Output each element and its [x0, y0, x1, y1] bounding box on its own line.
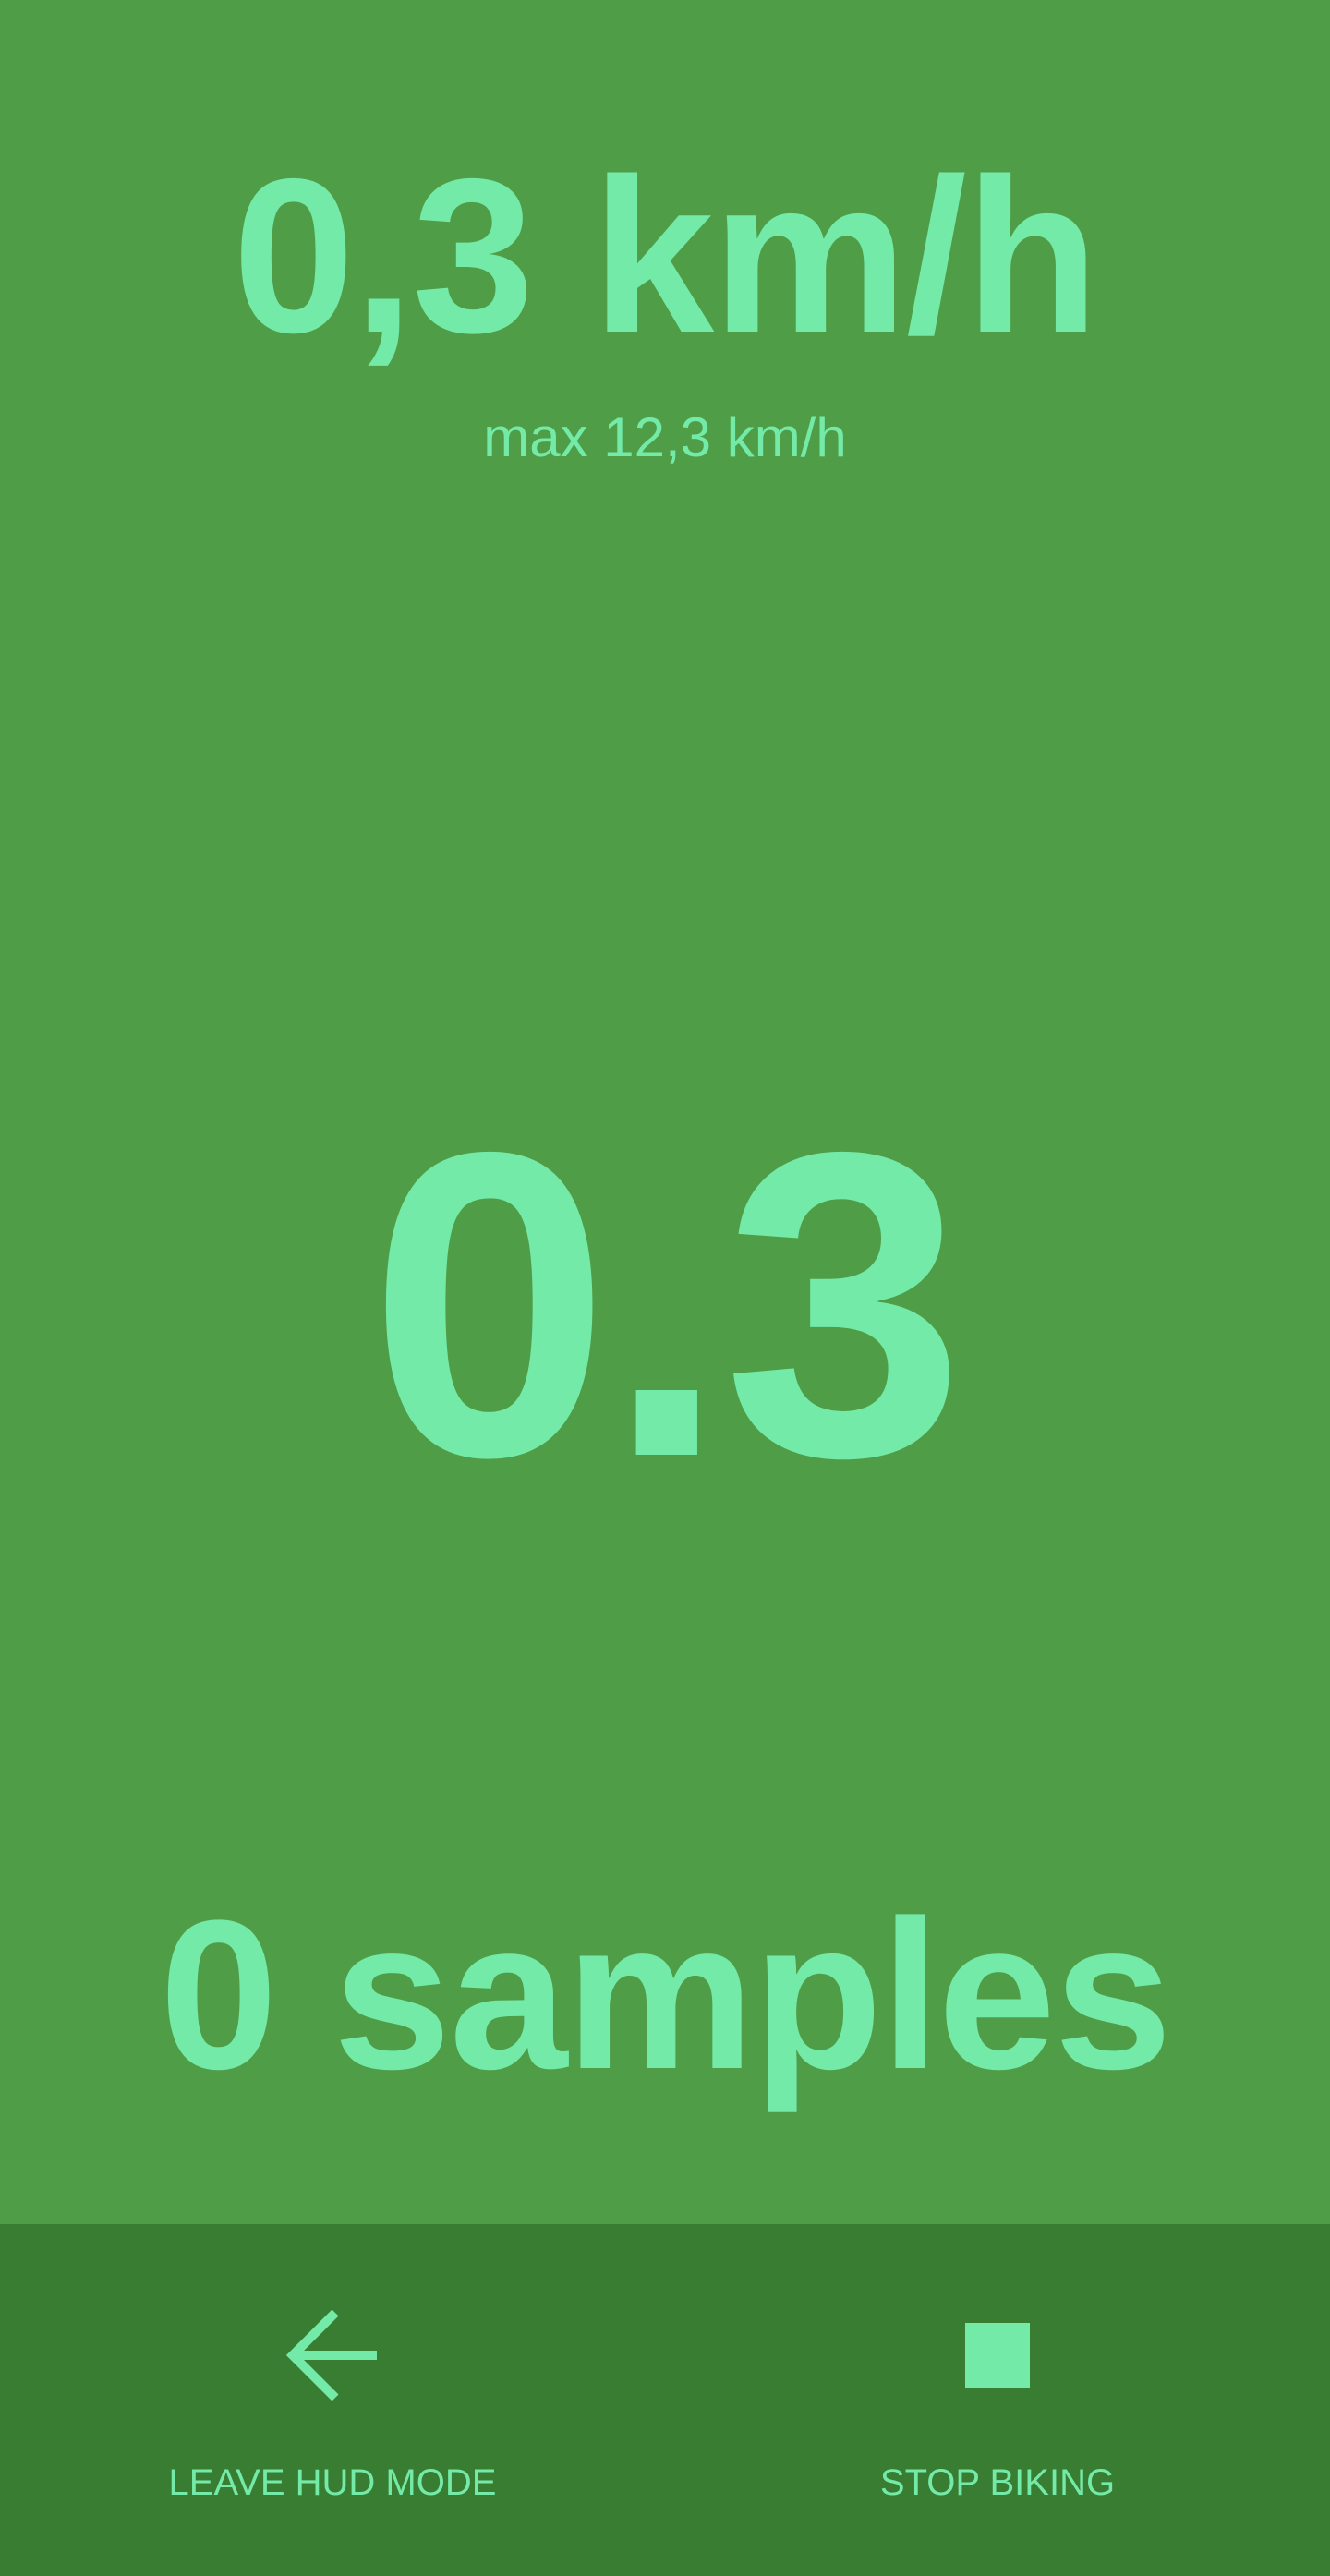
hud-display: 0,3 km/h max 12,3 km/h 0.3 0 samples — [0, 0, 1330, 2224]
stop-biking-label: STOP BIKING — [879, 2462, 1116, 2503]
stop-icon — [951, 2309, 1044, 2401]
leave-hud-mode-label: LEAVE HUD MODE — [168, 2462, 497, 2503]
current-speed: 0,3 km/h — [232, 134, 1099, 379]
bottom-action-bar: LEAVE HUD MODE STOP BIKING — [0, 2224, 1330, 2576]
arrow-left-icon — [285, 2309, 379, 2401]
big-speed-value: 0.3 — [369, 1062, 964, 1547]
stop-biking-button[interactable]: STOP BIKING — [665, 2224, 1330, 2576]
sample-count: 0 samples — [159, 1876, 1172, 2113]
max-speed: max 12,3 km/h — [483, 406, 847, 468]
leave-hud-mode-button[interactable]: LEAVE HUD MODE — [0, 2224, 665, 2576]
